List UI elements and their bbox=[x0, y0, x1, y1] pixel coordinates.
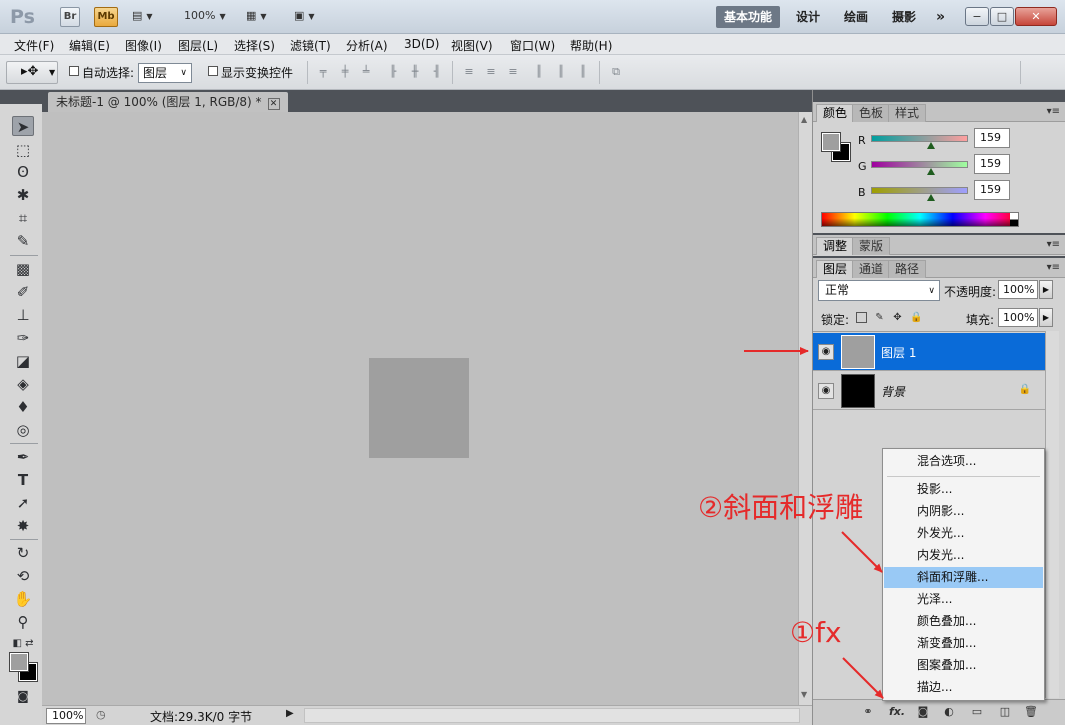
annotation-arrows bbox=[744, 347, 884, 699]
arrow-to-bevel-emboss bbox=[841, 531, 883, 573]
arrow-to-fx-button bbox=[842, 657, 884, 699]
annotation-step-2: ②斜面和浮雕 bbox=[698, 491, 864, 524]
annotation-step-1: ①fx bbox=[790, 616, 842, 649]
